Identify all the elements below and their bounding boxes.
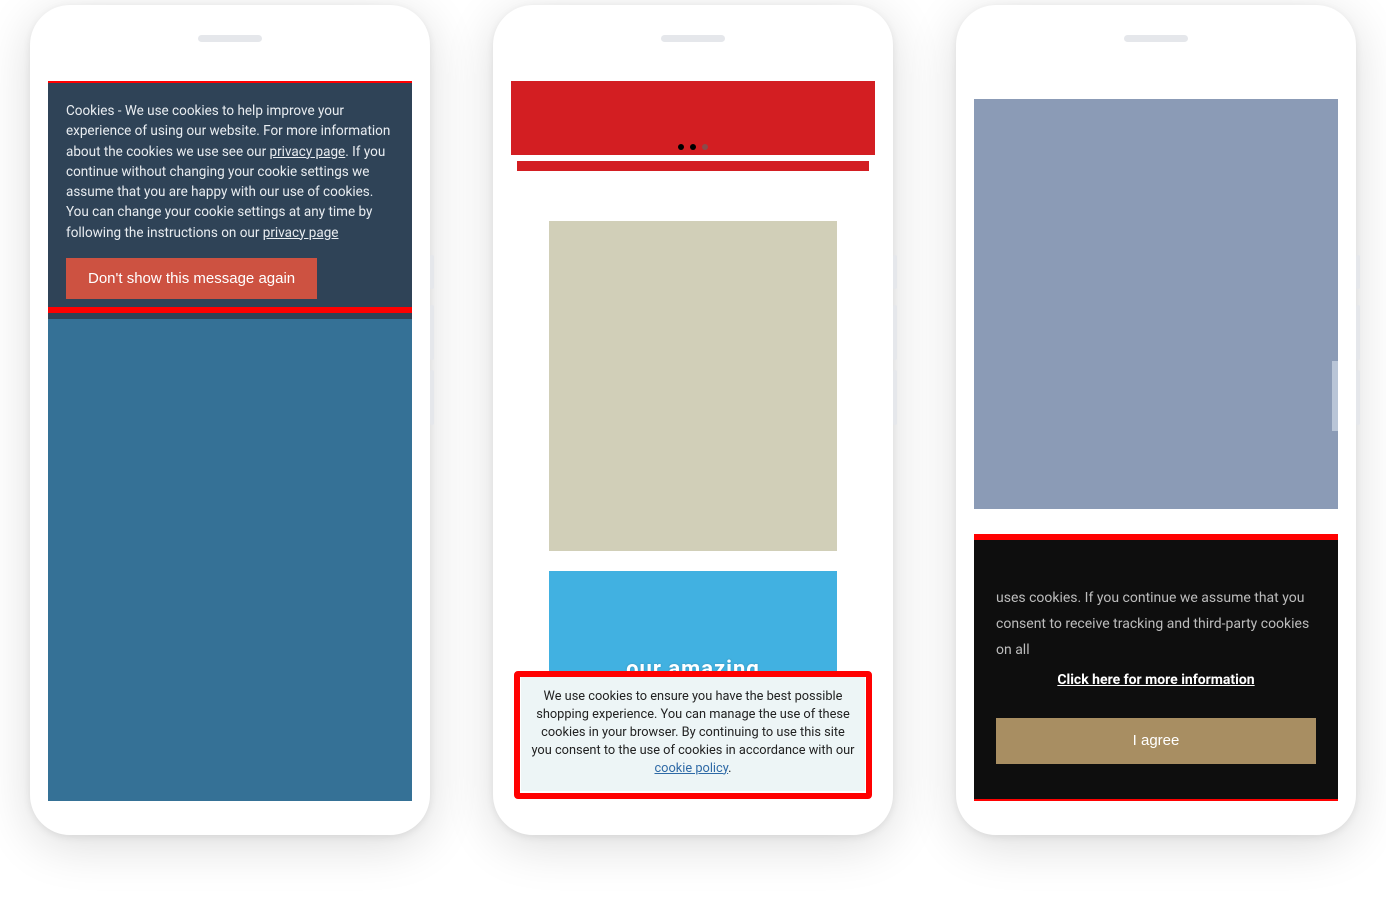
cookie-policy-link[interactable]: cookie policy <box>654 761 728 776</box>
phone-side-button <box>430 305 434 360</box>
phone-screen: our amazing We use cookies to ensure you… <box>511 81 875 801</box>
content-block <box>549 221 837 551</box>
cookie-text: uses cookies. If you continue we assume … <box>996 590 1309 658</box>
phone-mockup-1: Cookies - We use cookies to help improve… <box>30 5 430 835</box>
phone-side-button <box>893 305 897 360</box>
phone-side-button <box>893 255 897 289</box>
accent-bar <box>517 161 869 171</box>
phone-speaker <box>198 35 262 42</box>
phone-side-button <box>1356 305 1360 360</box>
cookie-text: . <box>728 761 731 776</box>
page-background <box>974 99 1338 509</box>
phone-side-button <box>430 255 434 289</box>
phone-side-button <box>893 370 897 425</box>
phone-side-button <box>1356 370 1360 425</box>
dismiss-cookie-button[interactable]: Don't show this message again <box>66 258 317 299</box>
cookie-notice: We use cookies to ensure you have the be… <box>521 676 865 791</box>
cookie-banner: uses cookies. If you continue we assume … <box>974 536 1338 801</box>
phone-side-button <box>1356 255 1360 289</box>
privacy-page-link[interactable]: privacy page <box>263 225 339 241</box>
phone-mockup-3: uses cookies. If you continue we assume … <box>956 5 1356 835</box>
phone-speaker <box>1124 35 1188 42</box>
phone-speaker <box>661 35 725 42</box>
phone-mockup-2: our amazing We use cookies to ensure you… <box>493 5 893 835</box>
phone-screen: Cookies - We use cookies to help improve… <box>48 81 412 801</box>
page-background <box>48 311 412 801</box>
whitespace <box>974 81 1338 99</box>
cookie-banner: Cookies - We use cookies to help improve… <box>48 81 412 319</box>
scroll-indicator <box>1332 361 1338 431</box>
phone-screen: uses cookies. If you continue we assume … <box>974 81 1338 801</box>
cookie-text: We use cookies to ensure you have the be… <box>531 689 854 758</box>
carousel-dots <box>511 135 875 154</box>
phone-side-button <box>430 370 434 425</box>
more-information-link[interactable]: Click here for more information <box>996 668 1316 694</box>
privacy-page-link[interactable]: privacy page <box>270 144 346 160</box>
agree-button[interactable]: I agree <box>996 718 1316 764</box>
